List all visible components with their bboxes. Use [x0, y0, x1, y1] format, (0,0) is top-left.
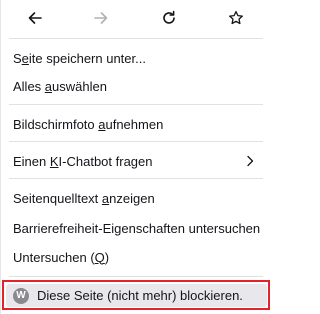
select-all-label: Alles auswählen [13, 78, 107, 94]
highlight-box [2, 280, 270, 310]
take-screenshot-item[interactable]: Bildschirmfoto aufnehmen [1, 110, 272, 138]
take-screenshot-label: Bildschirmfoto aufnehmen [13, 116, 164, 132]
arrow-left-icon [28, 12, 42, 24]
forward-button[interactable] [87, 4, 115, 32]
bookmark-button[interactable] [222, 4, 250, 32]
menu-separator [9, 141, 263, 142]
select-all-item[interactable]: Alles auswählen [1, 72, 272, 100]
menu-separator [9, 178, 263, 179]
star-icon [229, 10, 243, 25]
inspect-item[interactable]: Untersuchen (Q) [1, 243, 272, 271]
chevron-right-icon [247, 155, 254, 167]
inspect-accessibility-label: Barrierefreiheit-Eigenschaften untersuch… [13, 220, 261, 236]
view-source-item[interactable]: Seitenquelltext anzeigen [1, 184, 272, 212]
inspect-accessibility-item[interactable]: Barrierefreiheit-Eigenschaften untersuch… [1, 214, 272, 242]
reload-button[interactable] [155, 4, 183, 32]
arrow-right-icon [94, 12, 108, 24]
menu-separator [9, 38, 263, 39]
ask-ai-chatbot-item[interactable]: Einen KI-Chatbot fragen [1, 147, 272, 175]
menu-separator [9, 104, 263, 105]
context-menu: Seite speichern unter... Alles auswählen… [0, 0, 271, 314]
inspect-label: Untersuchen (Q) [13, 249, 110, 265]
view-source-label: Seitenquelltext anzeigen [13, 190, 155, 206]
navigation-bar [1, 0, 272, 36]
menu-separator [9, 276, 263, 277]
reload-icon [163, 10, 175, 24]
save-page-as-item[interactable]: Seite speichern unter... [1, 44, 272, 72]
save-page-as-label: Seite speichern unter... [13, 50, 146, 66]
back-button[interactable] [21, 4, 49, 32]
ask-ai-chatbot-label: Einen KI-Chatbot fragen [13, 153, 153, 169]
